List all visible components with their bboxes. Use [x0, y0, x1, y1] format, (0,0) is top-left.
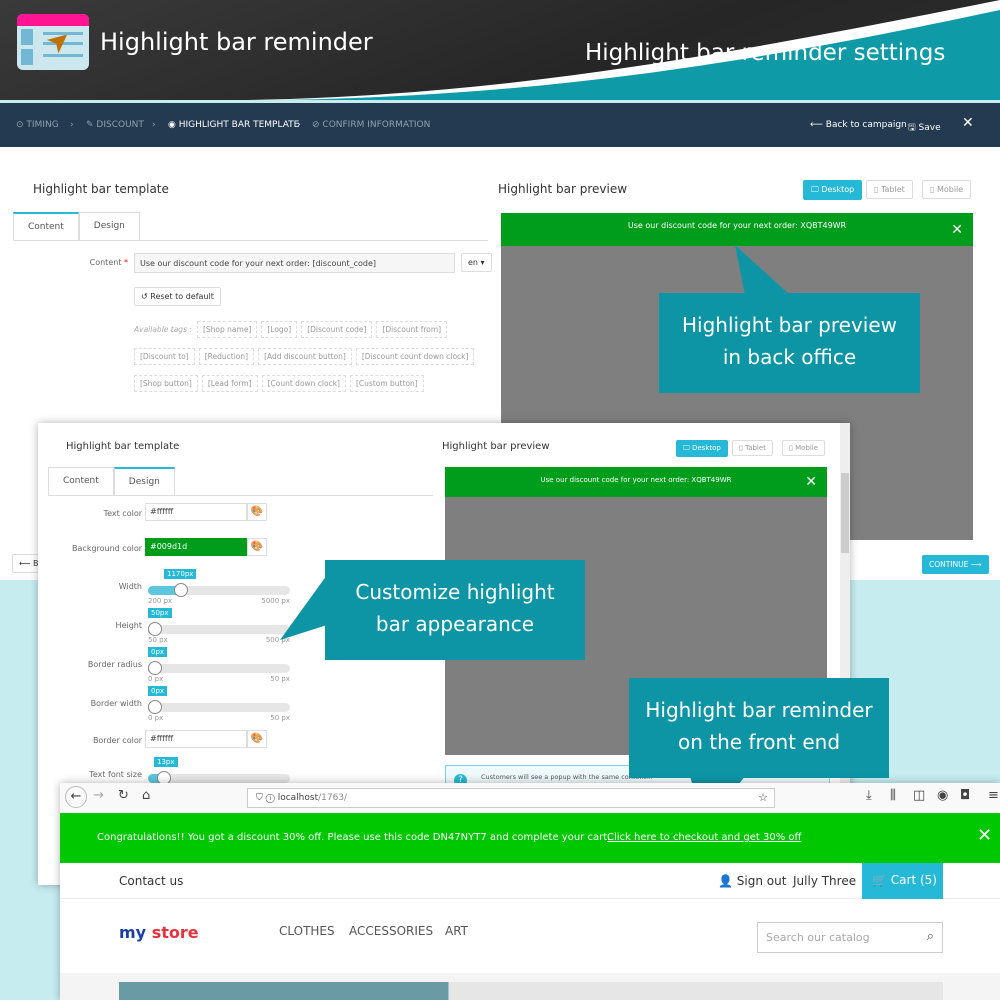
- hero-banner-image: [119, 982, 943, 1000]
- sign-out-link[interactable]: 👤 Sign out: [718, 874, 786, 888]
- menu-icon[interactable]: ≡: [988, 788, 999, 803]
- cart-icon: 🛒: [872, 873, 887, 887]
- menu-clothes[interactable]: CLOTHES: [279, 924, 335, 938]
- store-header-top: Contact us 👤 Sign out Jully Three 🛒 Cart…: [60, 863, 1000, 899]
- front-highlight-bar: Congratulations!! You got a discount 30%…: [60, 813, 1000, 863]
- user-name[interactable]: Jully Three: [793, 874, 856, 888]
- forward-arrow-icon[interactable]: →: [93, 788, 104, 803]
- callout-front-end: Highlight bar reminder on the front end: [629, 678, 889, 778]
- menu-accessories[interactable]: ACCESSORIES: [349, 924, 433, 938]
- contact-us-link[interactable]: Contact us: [119, 874, 183, 888]
- star-icon[interactable]: ☆: [758, 791, 768, 804]
- shield-icon: ⛉: [256, 793, 263, 803]
- sidebar-icon[interactable]: ◫: [913, 788, 925, 803]
- close-icon[interactable]: ✕: [977, 825, 992, 846]
- info-icon: ⓘ: [265, 793, 275, 803]
- download-icon[interactable]: ⤓: [866, 788, 872, 803]
- callout-customize: Customize highlight bar appearance: [325, 560, 585, 660]
- store-logo[interactable]: my store: [119, 923, 199, 942]
- menu-art[interactable]: ART: [445, 924, 468, 938]
- cart-button[interactable]: 🛒 Cart (5): [862, 863, 943, 899]
- browser-toolbar: ← → ↻ ⌂ ⛉ ⓘ localhost/1763/ ☆ ⤓ ⫼ ◫ ◉ ◘ …: [60, 783, 1000, 813]
- browser-window: ← → ↻ ⌂ ⛉ ⓘ localhost/1763/ ☆ ⤓ ⫼ ◫ ◉ ◘ …: [60, 783, 1000, 1000]
- back-arrow-icon[interactable]: ←: [65, 786, 87, 808]
- url-bar[interactable]: ⛉ ⓘ localhost/1763/ ☆: [247, 788, 775, 808]
- account-icon[interactable]: ◉: [937, 788, 948, 803]
- home-icon[interactable]: ⌂: [142, 788, 150, 803]
- reload-icon[interactable]: ↻: [118, 788, 129, 803]
- library-icon[interactable]: ⫼: [890, 788, 896, 803]
- checkout-link[interactable]: Click here to checkout and get 30% off: [607, 832, 801, 843]
- screenshot-icon[interactable]: ◘: [960, 788, 970, 803]
- search-icon[interactable]: ⌕: [927, 929, 934, 944]
- callout-back-office: Highlight bar preview in back office: [659, 293, 920, 393]
- promo-text: Congratulations!! You got a discount 30%…: [97, 832, 611, 843]
- store-content: [60, 973, 1000, 1000]
- user-icon: 👤: [718, 874, 733, 888]
- search-input[interactable]: Search our catalog ⌕: [757, 922, 943, 953]
